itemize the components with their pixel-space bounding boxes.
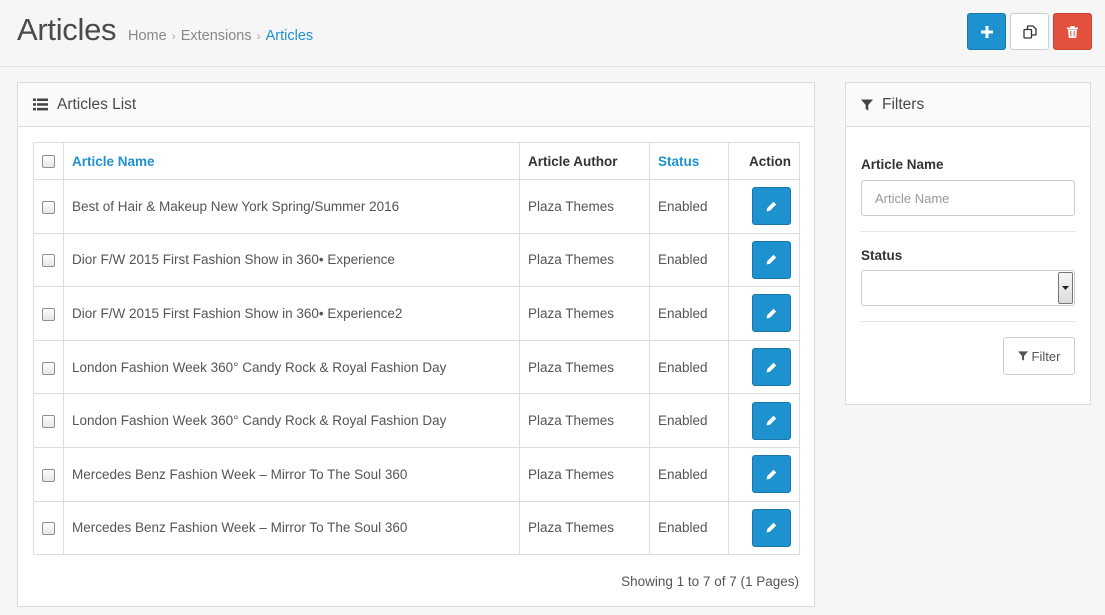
breadcrumb-separator: › <box>256 29 261 43</box>
article-status-cell: Enabled <box>649 393 729 448</box>
article-name-cell: Dior F/W 2015 First Fashion Show in 360•… <box>63 286 520 341</box>
articles-list-title: Articles List <box>57 95 137 113</box>
article-author-cell: Plaza Themes <box>519 179 650 234</box>
column-article-author: Article Author <box>519 142 650 180</box>
add-new-button[interactable] <box>967 13 1006 50</box>
article-name-cell: London Fashion Week 360° Candy Rock & Ro… <box>63 393 520 448</box>
filters-title: Filters <box>882 95 925 113</box>
article-author-cell: Plaza Themes <box>519 446 650 502</box>
select-all-checkbox[interactable] <box>42 155 55 169</box>
article-author-cell: Plaza Themes <box>519 286 650 341</box>
article-status-cell: Enabled <box>649 232 729 288</box>
article-name-cell: Mercedes Benz Fashion Week – Mirror To T… <box>63 500 520 556</box>
article-name-cell: London Fashion Week 360° Candy Rock & Ro… <box>63 339 520 395</box>
column-action: Action <box>728 142 800 180</box>
list-icon <box>33 98 48 111</box>
article-status-cell: Enabled <box>649 500 729 556</box>
edit-button[interactable] <box>752 508 791 547</box>
row-checkbox[interactable] <box>42 200 55 214</box>
breadcrumb-articles[interactable]: Articles <box>266 28 314 44</box>
article-name-cell: Mercedes Benz Fashion Week – Mirror To T… <box>63 446 520 502</box>
copy-icon <box>1022 24 1037 39</box>
table-row: Mercedes Benz Fashion Week – Mirror To T… <box>33 500 800 556</box>
plus-icon <box>980 25 993 38</box>
edit-button[interactable] <box>752 348 791 387</box>
row-checkbox[interactable] <box>42 415 55 429</box>
page-header: Articles Home › Extensions › Articles <box>0 0 1105 67</box>
status-select[interactable] <box>861 270 1075 306</box>
pencil-icon <box>766 523 777 533</box>
article-name-label: Article Name <box>861 157 944 172</box>
article-author-cell: Plaza Themes <box>519 393 650 448</box>
articles-list-heading: Articles List <box>18 83 814 127</box>
article-name-input[interactable] <box>861 180 1075 216</box>
pencil-icon <box>766 469 777 480</box>
breadcrumb: Home › Extensions › Articles <box>128 28 313 44</box>
table-row: Best of Hair & Makeup New York Spring/Su… <box>33 179 800 234</box>
pencil-icon <box>766 362 777 372</box>
articles-table: Article Name Article Author Status Actio… <box>33 142 800 556</box>
row-checkbox[interactable] <box>42 361 55 375</box>
filter-button[interactable]: Filter <box>1003 337 1075 375</box>
edit-button[interactable] <box>752 240 791 279</box>
article-status-cell: Enabled <box>649 179 729 234</box>
column-status[interactable]: Status <box>649 142 729 180</box>
status-label: Status <box>861 248 903 263</box>
breadcrumb-extensions[interactable]: Extensions <box>181 28 252 44</box>
article-status-cell: Enabled <box>649 339 729 395</box>
filter-icon <box>861 99 873 111</box>
filter-button-label: Filter <box>1031 348 1061 364</box>
row-checkbox[interactable] <box>42 468 55 482</box>
breadcrumb-home[interactable]: Home <box>128 28 167 44</box>
table-row: Dior F/W 2015 First Fashion Show in 360•… <box>33 286 800 341</box>
table-row: London Fashion Week 360° Candy Rock & Ro… <box>33 339 800 395</box>
column-article-name[interactable]: Article Name <box>63 142 520 180</box>
page-title: Articles <box>17 12 117 47</box>
articles-list-panel: Articles List Article Name Article Autho… <box>17 82 815 607</box>
trash-icon <box>1067 25 1078 38</box>
row-checkbox[interactable] <box>42 307 55 321</box>
table-row: Mercedes Benz Fashion Week – Mirror To T… <box>33 446 800 502</box>
pagination-info: Showing 1 to 7 of 7 (1 Pages) <box>621 574 799 589</box>
article-author-cell: Plaza Themes <box>519 232 650 288</box>
table-row: Dior F/W 2015 First Fashion Show in 360•… <box>33 232 800 288</box>
row-checkbox[interactable] <box>42 522 55 536</box>
dropdown-arrow-icon[interactable] <box>1058 272 1073 304</box>
article-status-cell: Enabled <box>649 446 729 502</box>
pencil-icon <box>766 308 777 319</box>
pencil-icon <box>766 415 777 426</box>
pencil-icon <box>766 255 777 265</box>
filter-icon <box>1017 351 1028 361</box>
article-name-cell: Best of Hair & Makeup New York Spring/Su… <box>63 179 520 234</box>
filter-divider <box>861 231 1075 232</box>
table-row: London Fashion Week 360° Candy Rock & Ro… <box>33 393 800 448</box>
edit-button[interactable] <box>752 455 791 494</box>
article-author-cell: Plaza Themes <box>519 339 650 395</box>
delete-button[interactable] <box>1053 13 1092 50</box>
filters-panel: Filters Article Name Status Filter <box>845 82 1091 405</box>
edit-button[interactable] <box>752 401 791 440</box>
article-status-cell: Enabled <box>649 286 729 341</box>
copy-button[interactable] <box>1010 13 1049 50</box>
article-name-cell: Dior F/W 2015 First Fashion Show in 360•… <box>63 232 520 288</box>
table-header-row: Article Name Article Author Status Actio… <box>33 142 800 180</box>
breadcrumb-separator: › <box>171 29 176 43</box>
pencil-icon <box>766 201 777 212</box>
row-checkbox[interactable] <box>42 254 55 268</box>
edit-button[interactable] <box>752 294 791 333</box>
edit-button[interactable] <box>752 187 791 226</box>
filters-heading: Filters <box>846 83 1090 127</box>
filter-divider <box>861 321 1075 322</box>
article-author-cell: Plaza Themes <box>519 500 650 556</box>
